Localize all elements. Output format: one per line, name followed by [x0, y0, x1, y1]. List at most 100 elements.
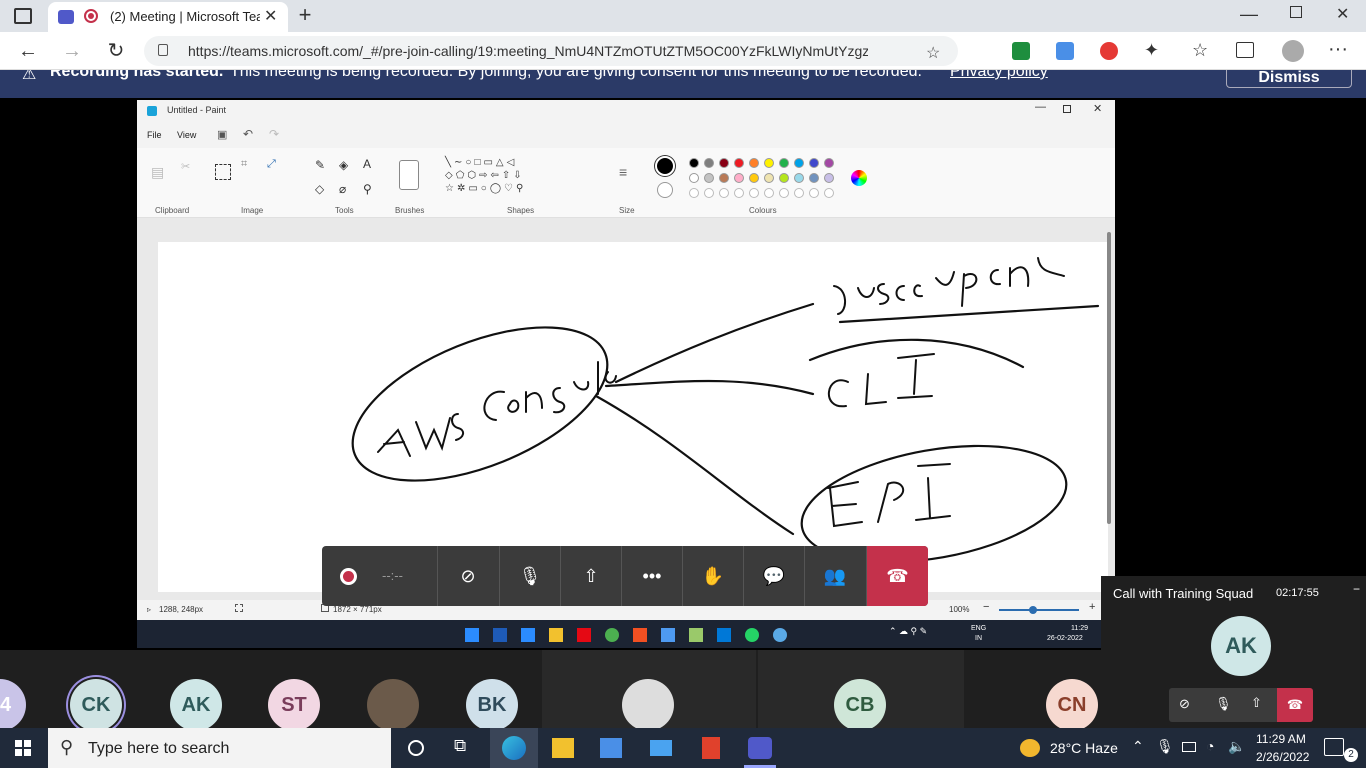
palette-swatch[interactable] [764, 173, 774, 183]
palette-empty-swatch[interactable] [734, 188, 744, 198]
palette-swatch[interactable] [794, 158, 804, 168]
favorites-icon[interactable]: ☆ [1192, 40, 1208, 61]
edge-taskbar-button[interactable] [490, 728, 538, 768]
paste-icon[interactable]: ▤ [151, 164, 164, 181]
palette-empty-swatch[interactable] [794, 188, 804, 198]
zoom-slider[interactable] [999, 606, 1079, 614]
menu-view[interactable]: View [177, 130, 196, 140]
save-icon[interactable]: ▣ [217, 128, 227, 141]
mic-off-button[interactable]: 🎙 [499, 546, 560, 606]
brushes-icon[interactable] [399, 160, 419, 190]
participant-avatar[interactable]: ST [268, 679, 320, 731]
palette-swatch[interactable] [719, 158, 729, 168]
chat-button[interactable]: 💬 [743, 546, 804, 606]
palette-swatch[interactable] [824, 158, 834, 168]
raise-hand-button[interactable]: ✋ [682, 546, 743, 606]
participant-avatar[interactable]: CB [834, 679, 886, 731]
palette-empty-swatch[interactable] [824, 188, 834, 198]
mini-hang-up-button[interactable]: ☎ [1277, 688, 1313, 722]
participant-avatar[interactable]: AK [170, 679, 222, 731]
shapes-gallery[interactable]: ╲∼○□▭△◁ ◇⬠⬡⇨⇦⇧⇩ ☆✲▭○◯♡⚲ [445, 156, 557, 196]
palette-swatch[interactable] [794, 173, 804, 183]
extension-icon[interactable] [1012, 42, 1030, 60]
favorite-star-icon[interactable]: ☆ [926, 43, 940, 63]
palette-empty-swatch[interactable] [704, 188, 714, 198]
zoom-in-icon[interactable]: + [1089, 601, 1095, 613]
teams-taskbar-icon[interactable] [748, 737, 772, 759]
cut-icon[interactable]: ✂ [181, 160, 190, 173]
palette-empty-swatch[interactable] [809, 188, 819, 198]
redo-icon[interactable]: ↷ [269, 127, 279, 141]
battery-icon[interactable] [1182, 742, 1196, 752]
palette-swatch[interactable] [779, 158, 789, 168]
hang-up-button[interactable]: ☎ [866, 546, 928, 606]
dismiss-button[interactable]: Dismiss [1226, 70, 1352, 88]
task-view-icon[interactable]: ⧉ [454, 736, 466, 756]
mic-tray-icon[interactable]: 🎙 [1156, 738, 1174, 755]
palette-empty-swatch[interactable] [764, 188, 774, 198]
back-icon[interactable]: ← [14, 36, 42, 66]
palette-swatch[interactable] [749, 158, 759, 168]
participant-avatar[interactable]: CN [1046, 679, 1098, 731]
clock-date[interactable]: 2/26/2022 [1256, 750, 1309, 764]
share-button[interactable]: ⇧ [560, 546, 621, 606]
palette-swatch[interactable] [704, 173, 714, 183]
close-tab-icon[interactable]: ✕ [264, 6, 277, 26]
extensions-puzzle-icon[interactable]: ✦ [1144, 40, 1159, 61]
weather-text[interactable]: 28°C Haze [1050, 740, 1118, 756]
file-explorer-icon[interactable] [552, 738, 574, 758]
tray-chevron-icon[interactable]: ⌃ [1132, 738, 1144, 755]
magnifier-icon[interactable]: ⚲ [363, 182, 372, 196]
palette-swatch[interactable] [809, 158, 819, 168]
minimize-icon[interactable]: — [1240, 4, 1258, 25]
eraser-icon[interactable]: ◇ [315, 182, 324, 196]
mini-share-icon[interactable]: ⇧ [1251, 695, 1262, 711]
text-icon[interactable]: A [363, 157, 371, 171]
browser-tab[interactable]: (2) Meeting | Microsoft Tean ✕ [48, 2, 288, 32]
palette-empty-swatch[interactable] [719, 188, 729, 198]
colour2-swatch[interactable] [657, 182, 673, 198]
zoom-out-icon[interactable]: − [983, 601, 989, 613]
participant-avatar[interactable]: BK [466, 679, 518, 731]
drawing-canvas[interactable] [158, 242, 1108, 592]
palette-swatch[interactable] [689, 158, 699, 168]
extension-icon[interactable] [1056, 42, 1074, 60]
windows-start-icon[interactable] [15, 740, 31, 756]
paint-minimize-icon[interactable]: — [1035, 101, 1046, 113]
palette-swatch[interactable] [719, 173, 729, 183]
participant-photo-avatar[interactable] [367, 679, 419, 731]
wifi-icon[interactable]: ◔ [1206, 738, 1214, 754]
notifications-icon[interactable] [1324, 738, 1344, 756]
palette-swatch[interactable] [749, 173, 759, 183]
office-icon[interactable] [702, 737, 720, 759]
tab-actions-icon[interactable] [14, 8, 32, 24]
size-icon[interactable]: ≡ [619, 164, 627, 180]
new-tab-icon[interactable]: + [292, 2, 318, 28]
forward-icon[interactable]: → [58, 36, 86, 66]
palette-swatch[interactable] [734, 158, 744, 168]
resize-icon[interactable]: ⤢ [267, 158, 276, 171]
cortana-icon[interactable] [408, 740, 424, 756]
url-box[interactable]: https://teams.microsoft.com/_#/pre-join-… [144, 36, 958, 66]
extension-icon[interactable] [1100, 42, 1118, 60]
close-window-icon[interactable]: ✕ [1336, 4, 1349, 24]
volume-icon[interactable]: 🔈 [1228, 738, 1245, 755]
pencil-icon[interactable]: ✎ [315, 158, 325, 172]
store-icon[interactable] [600, 738, 622, 758]
palette-empty-swatch[interactable] [689, 188, 699, 198]
select-icon[interactable] [215, 164, 231, 180]
profile-avatar[interactable] [1282, 40, 1304, 62]
participant-photo-avatar[interactable] [622, 679, 674, 731]
palette-swatch[interactable] [704, 158, 714, 168]
color-picker-icon[interactable]: ⌀ [339, 182, 346, 196]
palette-empty-swatch[interactable] [779, 188, 789, 198]
camera-off-button[interactable]: ⊘ [437, 546, 498, 606]
clock-time[interactable]: 11:29 AM [1256, 732, 1306, 746]
mini-mic-off-icon[interactable]: 🎙 [1215, 696, 1232, 712]
undo-icon[interactable]: ↶ [243, 127, 253, 141]
collapse-icon[interactable]: − [1353, 582, 1360, 596]
palette-empty-swatch[interactable] [749, 188, 759, 198]
more-actions-button[interactable]: ••• [621, 546, 682, 606]
edit-colours-icon[interactable] [851, 170, 867, 186]
palette-swatch[interactable] [824, 173, 834, 183]
